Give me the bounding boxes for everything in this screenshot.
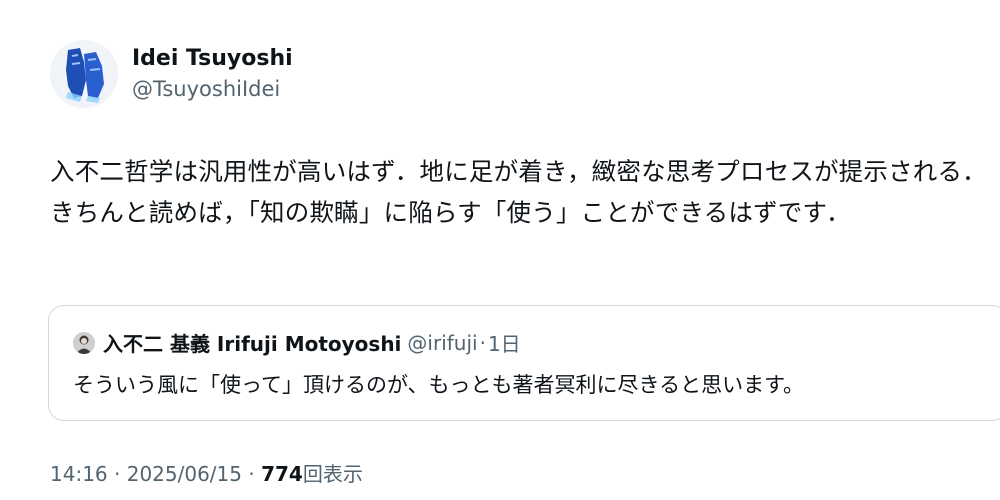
quoted-author-avatar	[73, 331, 95, 354]
views-count: 774	[261, 462, 303, 486]
shoes-icon	[66, 48, 104, 103]
quoted-author-handle: @irifuji	[407, 330, 478, 355]
quoted-separator: ·	[479, 330, 486, 355]
tweet-date[interactable]: 2025/06/15	[127, 462, 242, 486]
tweet-text: 入不二哲学は汎用性が高いはず．地に足が着き，緻密な思考プロセスが提示される．きち…	[50, 157, 987, 227]
author-names: Idei Tsuyoshi @TsuyoshiIdei	[132, 44, 293, 104]
quoted-author-name: 入不二 基義 Irifuji Motoyoshi	[103, 332, 402, 356]
author-handle[interactable]: @TsuyoshiIdei	[132, 74, 293, 104]
quoted-tweet-text: そういう風に「使って」頂けるのが、もっとも著者冥利に尽きると思います。	[73, 373, 805, 397]
quoted-tweet-header: 入不二 基義 Irifuji Motoyoshi @irifuji · 1日	[73, 328, 521, 357]
tweet-header: Idei Tsuyoshi @TsuyoshiIdei	[50, 40, 293, 108]
author-avatar[interactable]	[50, 40, 118, 108]
views-label: 回表示	[302, 462, 363, 486]
tweet-meta: 14:16 · 2025/06/15 · 774回表示	[50, 458, 363, 487]
tweet-time[interactable]: 14:16	[50, 462, 108, 486]
tweet-card: Idei Tsuyoshi @TsuyoshiIdei 入不二哲学は汎用性が高い…	[0, 0, 1000, 500]
quoted-tweet[interactable]: 入不二 基義 Irifuji Motoyoshi @irifuji · 1日 そ…	[48, 305, 1000, 421]
author-display-name[interactable]: Idei Tsuyoshi	[132, 44, 293, 74]
meta-separator: ·	[248, 462, 255, 486]
quoted-time: 1日	[487, 332, 521, 356]
person-avatar-icon	[73, 331, 95, 354]
meta-separator: ·	[114, 462, 121, 486]
